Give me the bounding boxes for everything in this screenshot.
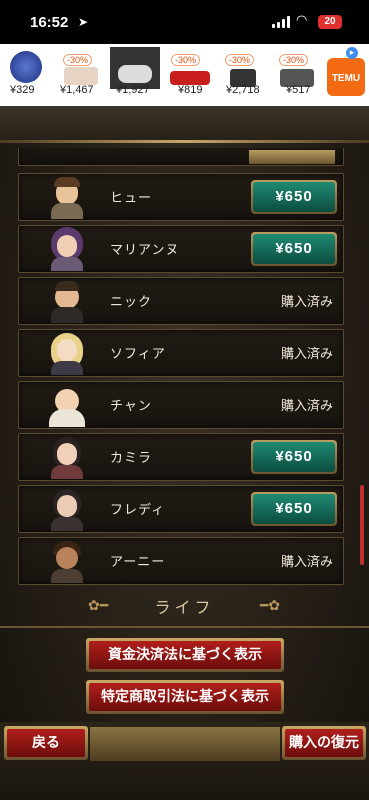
ornament-right-icon: ━✿ (260, 598, 281, 614)
character-avatar (45, 331, 89, 375)
header-divider (0, 140, 369, 143)
ad-price: ¥1,467 (60, 84, 94, 96)
ad-product-image[interactable] (110, 47, 160, 89)
ad-product-image[interactable]: -30% (272, 47, 322, 89)
price-button-partial[interactable] (249, 150, 335, 164)
list-item: カミラ ¥650 (18, 433, 344, 481)
list-item: ニック 購入済み (18, 277, 344, 325)
price-label: ¥650 (253, 442, 335, 472)
header-band (0, 106, 369, 142)
character-name: ヒュー (110, 191, 153, 206)
character-name: カミラ (110, 451, 153, 466)
purchase-button[interactable]: ¥650 (251, 440, 337, 474)
discount-badge: -30% (63, 54, 93, 66)
bottom-ornament (90, 727, 280, 761)
purchase-button[interactable]: ¥650 (251, 492, 337, 526)
purchased-label: 購入済み (280, 347, 333, 362)
ad-product-image[interactable]: -30% (164, 47, 214, 89)
ad-price: ¥1,927 (116, 84, 150, 96)
back-button[interactable]: 戻る (4, 726, 88, 760)
character-name: マリアンヌ (110, 243, 180, 258)
back-label: 戻る (7, 729, 85, 757)
ad-info-icon[interactable]: ▸ (346, 47, 358, 59)
section-title: ライフ (154, 598, 215, 617)
signal-icon (272, 16, 290, 28)
purchased-label: 購入済み (280, 555, 333, 570)
payment-services-act-button[interactable]: 資金決済法に基づく表示 (86, 638, 284, 672)
ad-price: ¥819 (178, 84, 203, 96)
character-avatar (45, 539, 89, 583)
list-item: マリアンヌ ¥650 (18, 225, 344, 273)
character-avatar (45, 279, 89, 323)
purchase-button[interactable]: ¥650 (251, 232, 337, 266)
payment-services-act-label: 資金決済法に基づく表示 (89, 641, 281, 669)
clock: 16:52 (30, 14, 69, 31)
location-icon: ➤ (78, 15, 89, 29)
list-item: ソフィア 購入済み (18, 329, 344, 377)
discount-badge: -30% (171, 54, 201, 66)
ad-price: ¥2,718 (226, 84, 260, 96)
character-avatar (45, 227, 89, 271)
character-avatar (45, 435, 89, 479)
wifi-icon: ◠ (296, 13, 308, 28)
character-name: フレディ (110, 503, 166, 518)
price-label: ¥650 (253, 494, 335, 524)
purchase-button[interactable]: ¥650 (251, 180, 337, 214)
ad-price: ¥517 (286, 84, 311, 96)
character-name: ソフィア (110, 347, 166, 362)
price-label: ¥650 (253, 234, 335, 264)
character-name: ニック (110, 295, 153, 310)
commercial-transactions-act-label: 特定商取引法に基づく表示 (89, 683, 281, 711)
character-avatar (45, 487, 89, 531)
ad-product-image[interactable] (2, 47, 52, 89)
discount-badge: -30% (279, 54, 309, 66)
price-label: ¥650 (253, 182, 335, 212)
list-item: アーニー 購入済み (18, 537, 344, 585)
character-name: チャン (110, 399, 152, 414)
list-item: チャン 購入済み (18, 381, 344, 429)
restore-purchases-button[interactable]: 購入の復元 (282, 726, 366, 760)
scrollbar[interactable] (360, 485, 364, 565)
ornament-left-icon: ✿━ (88, 598, 109, 614)
section-divider (0, 626, 369, 628)
ad-product-image[interactable]: -30% (218, 47, 268, 89)
temu-logo[interactable]: TEMU (327, 58, 365, 96)
discount-badge: -30% (225, 54, 255, 66)
character-list[interactable]: ヒュー ¥650 マリアンヌ ¥650 ニック 購入済み ソフィア 購入済み チ… (0, 148, 369, 598)
character-avatar (45, 383, 89, 427)
ad-price: ¥329 (10, 84, 35, 96)
status-bar: 16:52 ➤ ◠ 20 (0, 0, 369, 44)
ad-product-image[interactable]: -30% (56, 47, 106, 89)
character-name: アーニー (110, 555, 166, 570)
ad-banner[interactable]: -30% -30% -30% -30% ¥329 ¥1,467 ¥1,927 ¥… (0, 44, 369, 106)
purchased-label: 購入済み (280, 295, 333, 310)
battery-icon: 20 (318, 15, 342, 29)
commercial-transactions-act-button[interactable]: 特定商取引法に基づく表示 (86, 680, 284, 714)
list-item: フレディ ¥650 (18, 485, 344, 533)
character-avatar (45, 175, 89, 219)
purchased-label: 購入済み (280, 399, 333, 414)
list-item: ヒュー ¥650 (18, 173, 344, 221)
section-header: ✿━ ライフ ━✿ (0, 594, 369, 618)
restore-purchases-label: 購入の復元 (285, 729, 363, 757)
